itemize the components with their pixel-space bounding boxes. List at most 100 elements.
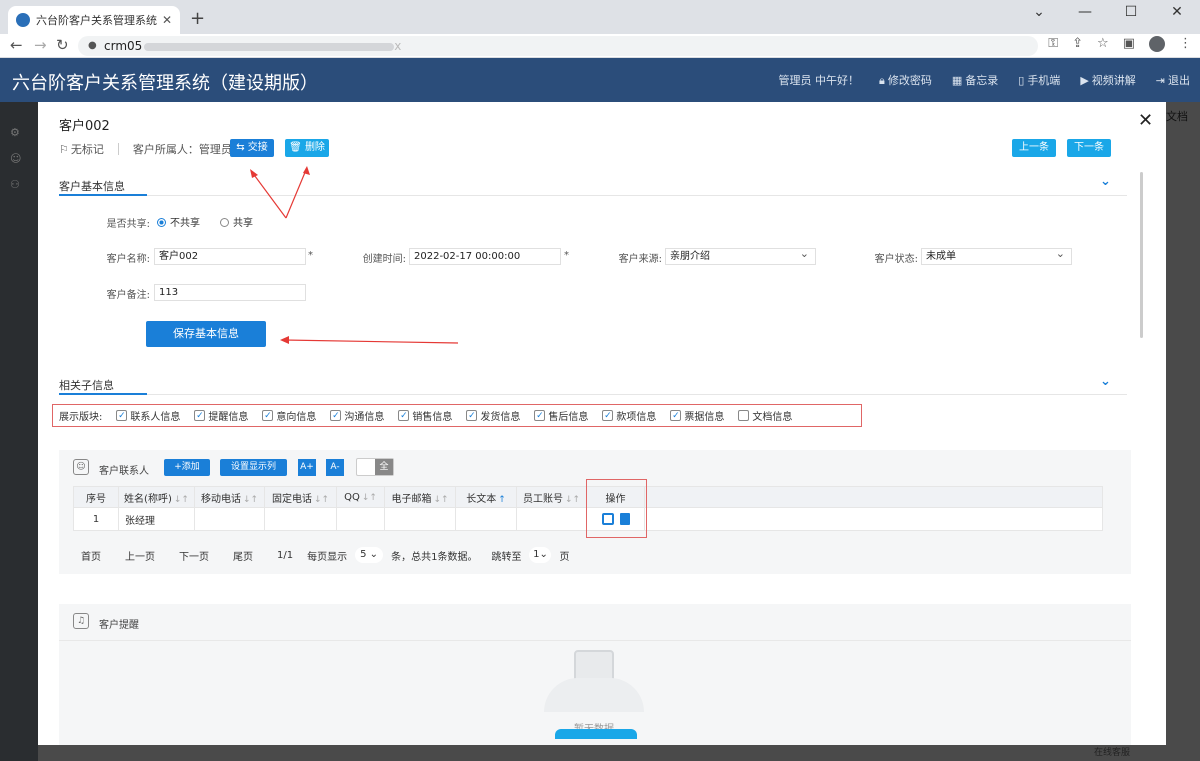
- maximize-icon[interactable]: ☐: [1108, 0, 1154, 34]
- share-yes-radio[interactable]: [220, 218, 229, 227]
- block-communication[interactable]: ✓ 沟通信息: [330, 408, 384, 423]
- profile-avatar-icon[interactable]: [1149, 36, 1165, 52]
- prev-record-button[interactable]: 上一条: [1012, 139, 1056, 157]
- block-shipping[interactable]: ✓ 发货信息: [466, 408, 520, 423]
- created-time-input[interactable]: 2022-02-17 00:00:00: [409, 248, 561, 265]
- block-intent[interactable]: ✓ 意向信息: [262, 408, 316, 423]
- sort-icon[interactable]: ↓↑: [362, 493, 377, 503]
- logout-link[interactable]: ⇥ 退出: [1156, 72, 1190, 88]
- col-email[interactable]: 电子邮箱 ↓↑: [384, 486, 456, 508]
- block-contacts-checkbox[interactable]: ✓: [116, 410, 128, 421]
- flag-icon[interactable]: ⚐: [59, 143, 69, 156]
- block-sales-checkbox[interactable]: ✓: [398, 410, 410, 421]
- block-sales[interactable]: ✓ 销售信息: [398, 408, 452, 423]
- goto-label: 跳转至: [491, 551, 522, 563]
- reload-icon[interactable]: ↻: [56, 36, 69, 54]
- next-page-link[interactable]: 下一页: [179, 548, 209, 563]
- col-account[interactable]: 员工账号 ↓↑: [516, 486, 587, 508]
- save-basic-info-button[interactable]: 保存基本信息: [146, 321, 266, 347]
- page-suffix: 页: [559, 551, 570, 563]
- next-record-button[interactable]: 下一条: [1067, 139, 1111, 157]
- goto-page-select[interactable]: 1⌄: [529, 547, 552, 563]
- sort-icon[interactable]: ↓↑: [314, 495, 329, 505]
- share-icon[interactable]: ⇪: [1072, 36, 1083, 52]
- block-intent-checkbox[interactable]: ✓: [262, 410, 274, 421]
- block-payment-checkbox[interactable]: ✓: [602, 410, 614, 421]
- block-invoice[interactable]: ✓ 票据信息: [670, 408, 724, 423]
- font-decrease-button[interactable]: A-: [326, 459, 344, 476]
- block-invoice-checkbox[interactable]: ✓: [670, 410, 682, 421]
- last-page-link[interactable]: 尾页: [233, 548, 253, 563]
- share-option-yes[interactable]: 共享: [220, 214, 253, 229]
- block-aftersales-checkbox[interactable]: ✓: [534, 410, 546, 421]
- col-phone-label: 固定电话: [271, 493, 312, 505]
- prev-page-link[interactable]: 上一页: [125, 548, 155, 563]
- close-icon[interactable]: ✕: [1138, 110, 1153, 131]
- back-arrow-icon[interactable]: ←: [10, 36, 23, 54]
- block-reminder-checkbox[interactable]: ✓: [194, 410, 206, 421]
- block-payment[interactable]: ✓ 款项信息: [602, 408, 656, 423]
- share-option-no[interactable]: 不共享: [157, 214, 200, 229]
- source-select[interactable]: 亲朋介绍: [665, 246, 816, 265]
- modal-scrollbar[interactable]: [1140, 172, 1143, 338]
- col-qq[interactable]: QQ ↓↑: [336, 486, 385, 508]
- note-label: 客户备注:: [106, 290, 150, 301]
- online-service-text[interactable]: 在线客服: [1094, 745, 1130, 758]
- memo-link[interactable]: ▦ 备忘录: [952, 72, 998, 88]
- greeting-text: 管理员 中午好！: [778, 74, 859, 87]
- set-columns-button[interactable]: 设置显示列: [220, 459, 287, 476]
- block-document[interactable]: 文档信息: [738, 408, 792, 423]
- sort-icon[interactable]: ↓↑: [243, 495, 258, 505]
- empty-action-button[interactable]: [555, 729, 637, 739]
- sort-asc-icon[interactable]: ↑: [498, 495, 506, 505]
- customer-note-input[interactable]: 113: [154, 284, 306, 301]
- block-document-checkbox[interactable]: [738, 410, 750, 421]
- block-communication-checkbox[interactable]: ✓: [330, 410, 342, 421]
- annotation-arrowhead-swap: [250, 169, 258, 178]
- forward-arrow-icon[interactable]: →: [34, 36, 47, 54]
- change-password-link[interactable]: 🔒︎ 修改密码: [879, 72, 932, 88]
- mobile-link[interactable]: ▯ 手机端: [1018, 72, 1060, 88]
- basic-info-chevron-down-icon[interactable]: ⌄: [1100, 174, 1111, 189]
- col-mobile[interactable]: 移动电话 ↓↑: [194, 486, 265, 508]
- tab-close-icon[interactable]: ✕: [162, 13, 172, 27]
- block-aftersales[interactable]: ✓ 售后信息: [534, 408, 588, 423]
- new-tab-plus-icon[interactable]: +: [190, 8, 205, 29]
- block-contacts[interactable]: ✓ 联系人信息: [116, 408, 180, 423]
- sort-icon[interactable]: ↓↑: [174, 495, 189, 505]
- sort-icon[interactable]: ↓↑: [565, 495, 580, 505]
- swap-button[interactable]: ⇆ 交接: [230, 139, 274, 157]
- flag-label[interactable]: 无标记: [71, 141, 104, 157]
- browser-tab[interactable]: 六台阶客户关系管理系统（建设期 ✕: [8, 6, 180, 34]
- tab-search-icon[interactable]: ⌄: [1016, 0, 1062, 34]
- delete-button[interactable]: 🗑︎ 删除: [285, 139, 329, 157]
- col-name[interactable]: 姓名(称呼) ↓↑: [118, 486, 195, 508]
- block-shipping-checkbox[interactable]: ✓: [466, 410, 478, 421]
- window-close-icon[interactable]: ✕: [1154, 0, 1200, 34]
- key-icon[interactable]: ⚿: [1048, 36, 1058, 52]
- bookmark-star-icon[interactable]: ☆: [1097, 36, 1109, 52]
- customer-name-input[interactable]: 客户002: [154, 248, 306, 265]
- sidebar-icon[interactable]: ▣: [1123, 36, 1135, 52]
- per-page-select[interactable]: 5 ⌄: [355, 547, 384, 563]
- actions-highlight-box: [586, 479, 647, 538]
- lock-icon: ●: [88, 40, 97, 51]
- block-reminder[interactable]: ✓ 提醒信息: [194, 408, 248, 423]
- font-increase-button[interactable]: A+: [298, 459, 316, 476]
- col-phone[interactable]: 固定电话 ↓↑: [264, 486, 337, 508]
- video-link[interactable]: ▶ 视频讲解: [1080, 72, 1135, 88]
- browser-menu-icon[interactable]: ⋮: [1179, 36, 1192, 52]
- minimize-icon[interactable]: —: [1062, 0, 1108, 34]
- right-overlay: [1166, 102, 1200, 761]
- add-contact-button[interactable]: +添加: [164, 459, 210, 476]
- col-longtext[interactable]: 长文本 ↑: [455, 486, 517, 508]
- col-name-label: 姓名(称呼): [124, 493, 172, 505]
- url-input[interactable]: ● crm05 x: [78, 36, 1038, 56]
- sort-icon[interactable]: ↓↑: [433, 495, 448, 505]
- related-chevron-down-icon[interactable]: ⌄: [1100, 374, 1111, 389]
- share-no-radio[interactable]: [157, 218, 166, 227]
- status-select[interactable]: 未成单: [921, 246, 1072, 265]
- first-page-link[interactable]: 首页: [81, 548, 101, 563]
- expand-all-toggle[interactable]: 全: [356, 458, 394, 476]
- block-communication-label: 沟通信息: [344, 412, 385, 423]
